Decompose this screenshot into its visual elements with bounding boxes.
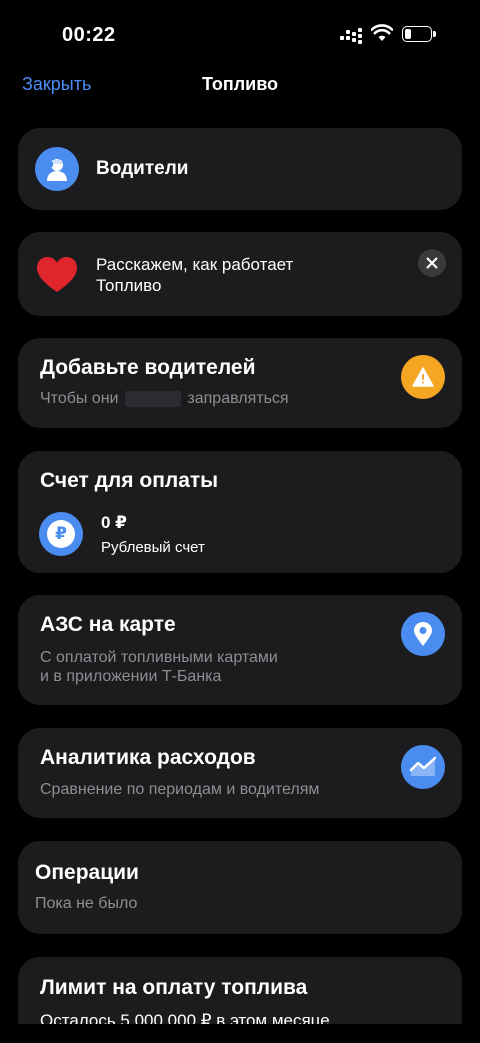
blurred-text bbox=[124, 390, 181, 407]
wifi-icon bbox=[371, 24, 393, 41]
drivers-label: Водители bbox=[96, 158, 189, 179]
operations-card[interactable]: Операции Пока не было bbox=[18, 841, 462, 934]
cellular-signal-icon bbox=[340, 28, 364, 44]
ruble-symbol: ₽ bbox=[47, 520, 75, 548]
drivers-card[interactable]: Водители bbox=[18, 128, 462, 210]
analytics-card[interactable]: Аналитика расходов Сравнение по периодам… bbox=[18, 728, 462, 818]
analytics-title: Аналитика расходов bbox=[40, 746, 256, 769]
driver-icon bbox=[35, 147, 79, 191]
add-drivers-sub-before: Чтобы они bbox=[40, 390, 119, 407]
screen: 00:22 Закрыть Топливо Водители Расскажем… bbox=[0, 0, 480, 1043]
account-card[interactable]: Счет для оплаты ₽ 0 ₽ Рублевый счет bbox=[18, 451, 462, 573]
add-drivers-sub-after: заправляться bbox=[187, 390, 289, 407]
status-bar: 00:22 bbox=[0, 0, 480, 70]
promo-line-2: Топливо bbox=[96, 276, 162, 295]
account-title: Счет для оплаты bbox=[40, 469, 219, 492]
account-name: Рублевый счет bbox=[101, 539, 205, 556]
stations-line-1: С оплатой топливными картами bbox=[40, 649, 278, 666]
heart-icon bbox=[37, 257, 77, 292]
battery-icon bbox=[402, 26, 436, 42]
stations-title: АЗС на карте bbox=[40, 613, 176, 636]
close-icon[interactable] bbox=[418, 249, 446, 277]
add-drivers-subtitle: Чтобы они заправляться bbox=[40, 389, 289, 409]
operations-title: Операции bbox=[35, 861, 139, 884]
account-amount: 0 ₽ bbox=[101, 513, 128, 532]
operations-subtitle: Пока не было bbox=[35, 895, 138, 912]
warning-icon bbox=[401, 355, 445, 399]
ruble-icon: ₽ bbox=[39, 512, 83, 556]
status-time: 00:22 bbox=[62, 24, 116, 46]
trend-chart-icon bbox=[401, 745, 445, 789]
promo-line-1: Расскажем, как работает bbox=[96, 255, 294, 274]
stations-line-2: и в приложении Т-Банка bbox=[40, 668, 222, 685]
add-drivers-card[interactable]: Добавьте водителей Чтобы они заправлятьс… bbox=[18, 338, 462, 428]
limit-title: Лимит на оплату топлива bbox=[40, 976, 308, 999]
location-pin-icon bbox=[401, 612, 445, 656]
bottom-mask bbox=[0, 1024, 480, 1043]
promo-card[interactable]: Расскажем, как работает Топливо bbox=[18, 232, 462, 316]
page-title: Топливо bbox=[201, 74, 279, 94]
stations-card[interactable]: АЗС на карте С оплатой топливными картам… bbox=[18, 595, 462, 705]
add-drivers-title: Добавьте водителей bbox=[40, 356, 256, 379]
analytics-subtitle: Сравнение по периодам и водителям bbox=[40, 781, 320, 798]
